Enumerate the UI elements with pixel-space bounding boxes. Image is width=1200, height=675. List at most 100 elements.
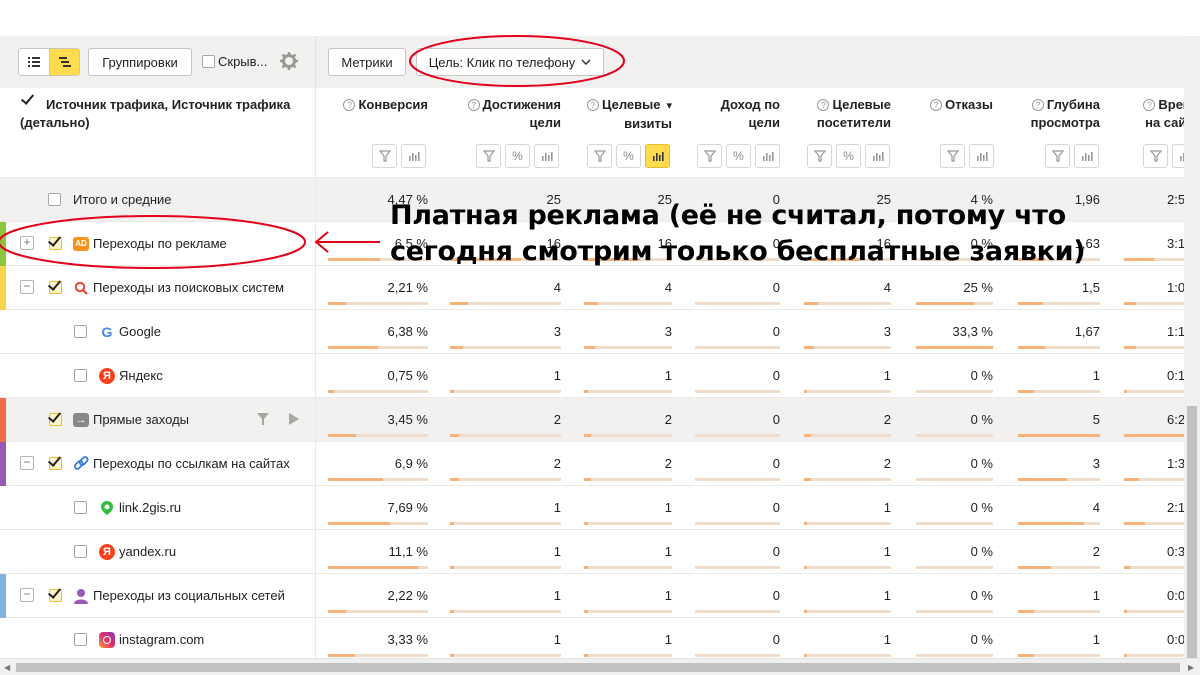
column-header-target-visits[interactable]: ? Целевые ▾ визиты	[584, 96, 672, 133]
filter-icon[interactable]	[587, 144, 612, 168]
metrics-button[interactable]: Метрики	[328, 48, 406, 76]
row-checkbox[interactable]	[47, 233, 62, 250]
row-checkbox[interactable]	[74, 369, 87, 382]
table-row[interactable]: Я Яндекс 0,75 % 1 1 0 1 0 % 1 0:1	[0, 354, 1200, 398]
column-header-goal-revenue[interactable]: Доход по цели	[695, 96, 780, 132]
metric-bar-fill	[328, 522, 390, 525]
percent-icon[interactable]: %	[505, 144, 530, 168]
expand-button[interactable]: +	[20, 236, 34, 250]
column-header-page-depth[interactable]: ? Глубина просмотра	[1018, 96, 1100, 132]
collapse-button[interactable]: −	[20, 456, 34, 470]
gear-icon[interactable]	[280, 52, 298, 70]
metric-bar	[450, 390, 561, 393]
table-row[interactable]: G Google 6,38 % 3 3 0 3 33,3 % 1,67 1:1	[0, 310, 1200, 354]
scroll-right-arrow-icon[interactable]: ▶	[1188, 663, 1194, 672]
metric-cell-conversion: 3,45 %	[387, 412, 428, 427]
column-header-goal-reaches[interactable]: ? Достижения цели	[450, 96, 561, 132]
column-header-bounce-rate[interactable]: ? Отказы	[916, 96, 993, 132]
help-icon[interactable]: ?	[930, 99, 943, 111]
filter-icon[interactable]	[476, 144, 501, 168]
chart-icon[interactable]	[1074, 144, 1099, 168]
groupings-button[interactable]: Группировки	[88, 48, 192, 76]
filter-icon[interactable]	[1143, 144, 1168, 168]
horizontal-scrollbar[interactable]: ◀ ▶	[0, 658, 1200, 675]
metric-cell-time-on-site: 0:3	[1167, 544, 1186, 559]
row-label: instagram.com	[119, 632, 205, 647]
percent-icon[interactable]: %	[726, 144, 751, 168]
help-icon[interactable]: ?	[817, 99, 830, 111]
row-label: Итого и средние	[73, 192, 172, 207]
filter-icon[interactable]	[697, 144, 722, 168]
hide-checkbox[interactable]	[202, 55, 215, 68]
table-row[interactable]: − Переходы по ссылкам на сайтах 6,9 % 2 2 0 2 0…	[0, 442, 1200, 486]
chart-icon[interactable]	[534, 144, 559, 168]
metric-bar-fill	[450, 390, 455, 393]
chart-icon[interactable]	[969, 144, 994, 168]
row-checkbox[interactable]	[47, 585, 62, 602]
scroll-left-arrow-icon[interactable]: ◀	[4, 663, 10, 672]
help-icon[interactable]: ?	[1031, 99, 1044, 111]
horizontal-scroll-thumb[interactable]	[16, 663, 1180, 672]
metric-bar-fill	[328, 610, 346, 613]
chart-icon[interactable]	[645, 144, 670, 168]
table-row[interactable]: → Прямые заходы 3,45 % 2 2 0 2 0 % 5 6:2	[0, 398, 1200, 442]
table-row[interactable]: link.2gis.ru 7,69 % 1 1 0 1 0 % 4 2:1	[0, 486, 1200, 530]
table-row[interactable]: − Переходы из поисковых систем 2,21 % 4 4 0 4 2…	[0, 266, 1200, 310]
row-checkbox[interactable]	[74, 545, 87, 558]
chart-icon[interactable]	[755, 144, 780, 168]
column-header-target-visitors[interactable]: ? Целевые посетители	[804, 96, 891, 132]
metric-bar-fill	[804, 390, 808, 393]
filter-icon[interactable]	[940, 144, 965, 168]
help-icon[interactable]: ?	[1143, 99, 1156, 111]
metric-bar-fill	[450, 434, 459, 437]
list-icon	[28, 57, 40, 67]
row-checkbox[interactable]	[47, 277, 62, 294]
percent-icon[interactable]: %	[616, 144, 641, 168]
metric-cell-page-depth: 1,67	[1074, 324, 1100, 339]
row-checkbox[interactable]	[47, 409, 62, 426]
metric-bar	[916, 390, 993, 393]
row-checkbox[interactable]	[74, 633, 87, 646]
metric-cell-bounce-rate: 0 %	[970, 588, 993, 603]
table-row[interactable]: Яyandex.ru 11,1 % 1 1 0 1 0 % 2 0:3	[0, 530, 1200, 574]
sort-desc-icon[interactable]: ▾	[666, 100, 672, 112]
help-icon[interactable]: ?	[343, 99, 356, 111]
metric-cell-goal-revenue: 0	[772, 324, 780, 339]
row-play-icon[interactable]	[288, 412, 300, 429]
filter-icon[interactable]	[807, 144, 832, 168]
metric-bar	[916, 434, 993, 437]
metric-bar	[584, 522, 672, 525]
filter-icon[interactable]	[1045, 144, 1070, 168]
help-icon[interactable]: ?	[586, 99, 599, 111]
column-title-line2	[916, 114, 993, 132]
vertical-scroll-thumb[interactable]	[1187, 406, 1197, 658]
metric-cell-page-depth: 1	[1092, 368, 1100, 383]
help-icon[interactable]: ?	[467, 99, 480, 111]
yandex-icon: Я	[99, 544, 115, 560]
dimension-title: Источник трафика, Источник трафика (дета…	[20, 97, 291, 130]
row-checkbox[interactable]	[74, 325, 87, 338]
row-label: yandex.ru	[119, 544, 177, 559]
table-row[interactable]: instagram.com 3,33 % 1 1 0 1 0 % 1 0:0	[0, 618, 1200, 662]
row-filter-icon[interactable]	[256, 412, 270, 429]
metric-cell-target-visitors: 1	[883, 632, 891, 647]
collapse-button[interactable]: −	[20, 280, 34, 294]
filter-icon[interactable]	[372, 144, 397, 168]
list-view-button[interactable]	[19, 49, 49, 75]
row-checkbox[interactable]	[47, 453, 62, 470]
collapse-button[interactable]: −	[20, 588, 34, 602]
tree-view-button[interactable]	[49, 49, 79, 75]
goal-select[interactable]: Цель: Клик по телефону	[416, 48, 604, 76]
row-checkbox[interactable]	[74, 501, 87, 514]
hide-option[interactable]: Скрыв...	[202, 54, 267, 69]
metric-cell-target-visits: 4	[664, 280, 672, 295]
percent-icon[interactable]: %	[836, 144, 861, 168]
chart-icon[interactable]	[865, 144, 890, 168]
vertical-scrollbar[interactable]	[1184, 36, 1200, 658]
metric-cell-goal-reaches: 4	[553, 280, 561, 295]
row-checkbox[interactable]	[48, 193, 61, 206]
column-header-conversion[interactable]: ? Конверсия	[328, 96, 428, 132]
metric-bar-fill	[804, 522, 808, 525]
table-row[interactable]: − Переходы из социальных сетей 2,22 % 1 1 0 1 0…	[0, 574, 1200, 618]
chart-icon[interactable]	[401, 144, 426, 168]
